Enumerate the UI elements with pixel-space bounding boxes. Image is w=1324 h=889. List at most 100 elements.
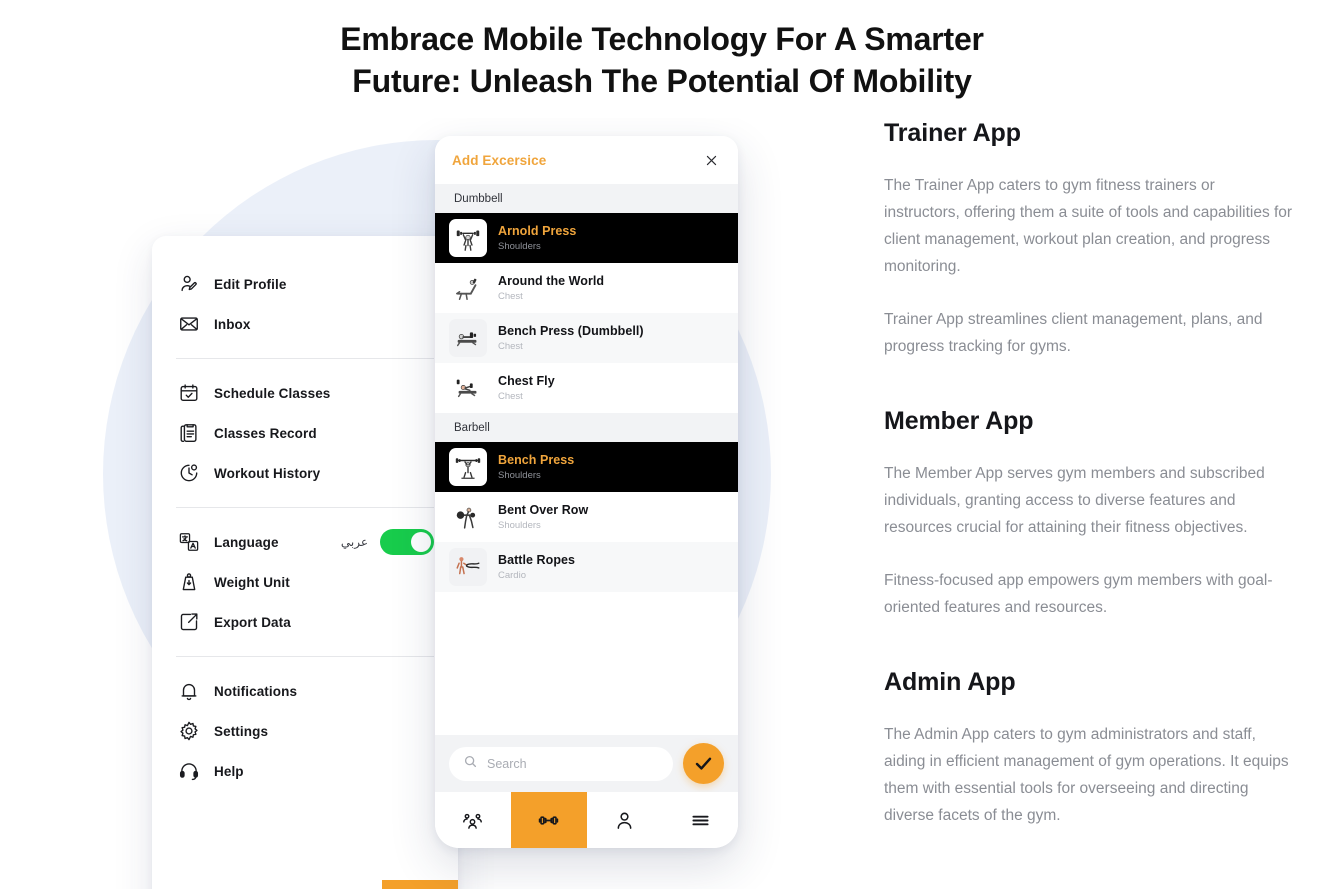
exercise-phone-bottom-nav: [435, 792, 738, 848]
edit-profile-icon: [176, 271, 202, 297]
menu-item-label: Help: [214, 763, 244, 779]
search-icon: [463, 754, 487, 774]
exercise-muscle: Chest: [498, 341, 523, 352]
inbox-icon: [176, 311, 202, 337]
exercise-row-text: Chest Fly Chest: [498, 374, 555, 402]
bench-press-thumb-icon: [449, 448, 487, 486]
exercise-muscle: Chest: [498, 391, 523, 402]
exercise-row-text: Arnold Press Shoulders: [498, 224, 576, 252]
exercise-row-text: Bench Press (Dumbbell) Chest: [498, 324, 644, 352]
trainer-app-paragraph-1: The Trainer App caters to gym fitness tr…: [884, 177, 1293, 275]
menu-item-label: Workout History: [214, 465, 321, 481]
menu-item-classes-record[interactable]: Classes Record: [152, 413, 458, 453]
exercise-row-arnold-press[interactable]: Arnold Press Shoulders: [435, 213, 738, 263]
mockup-visual-area: Edit Profile Inbox Schedule Classes Clas…: [0, 118, 860, 889]
page-title: Embrace Mobile Technology For A Smarter …: [0, 18, 1324, 102]
settings-divider-1: [176, 358, 434, 359]
exercise-row-bench-press[interactable]: Bench Press Shoulders: [435, 442, 738, 492]
member-app-section: Member App The Member App serves gym mem…: [884, 406, 1294, 621]
menu-item-notifications[interactable]: Notifications: [152, 671, 458, 711]
nav-hamburger-menu[interactable]: [662, 792, 738, 848]
exercise-list-scroll[interactable]: Dumbbell Arnold Press Shoulders Around t…: [435, 184, 738, 735]
exercise-muscle: Shoulders: [498, 470, 541, 481]
exercise-row-bent-over-row[interactable]: Bent Over Row Shoulders: [435, 492, 738, 542]
member-app-paragraph-2: Fitness-focused app empowers gym members…: [884, 572, 1273, 616]
search-input[interactable]: Search: [449, 746, 673, 781]
headset-icon: [176, 758, 202, 784]
settings-group-preferences: Language عربي Weight Unit Export Data: [152, 522, 458, 642]
menu-item-label: Language: [214, 534, 279, 550]
page-root: Embrace Mobile Technology For A Smarter …: [0, 0, 1324, 889]
nav-hamburger-menu[interactable]: [381, 880, 458, 889]
nav-people-group[interactable]: [152, 880, 229, 889]
trainer-app-paragraph-2: Trainer App streamlines client managemen…: [884, 311, 1263, 355]
battle-ropes-thumb-icon: [449, 548, 487, 586]
menu-item-settings[interactable]: Settings: [152, 711, 458, 751]
settings-group-support: Notifications Settings Help: [152, 671, 458, 791]
menu-item-schedule-classes[interactable]: Schedule Classes: [152, 373, 458, 413]
exercise-row-text: Around the World Chest: [498, 274, 604, 302]
menu-item-label: Settings: [214, 723, 269, 739]
settings-divider-2: [176, 507, 434, 508]
exercise-row-bench-press-dumbbell[interactable]: Bench Press (Dumbbell) Chest: [435, 313, 738, 363]
exercise-name: Bent Over Row: [498, 503, 589, 517]
menu-item-label: Schedule Classes: [214, 385, 331, 401]
menu-item-label: Notifications: [214, 683, 298, 699]
menu-item-workout-history[interactable]: Workout History: [152, 453, 458, 493]
menu-item-export-data[interactable]: Export Data: [152, 602, 458, 642]
toggle-knob: [411, 532, 431, 552]
translate-icon: [176, 529, 202, 555]
bent-over-row-thumb-icon: [449, 498, 487, 536]
confirm-check-button[interactable]: [683, 743, 724, 784]
nav-dumbbell[interactable]: [510, 792, 587, 848]
menu-item-label: Classes Record: [214, 425, 317, 441]
language-toggle[interactable]: [380, 529, 434, 555]
nav-dumbbell[interactable]: [229, 880, 306, 889]
menu-item-label: Export Data: [214, 614, 291, 630]
bench-press-dumbbell-thumb-icon: [449, 319, 487, 357]
exercise-name: Battle Ropes: [498, 553, 576, 567]
exercise-row-text: Bent Over Row Shoulders: [498, 503, 588, 531]
exercise-name: Bench Press (Dumbbell): [498, 324, 644, 338]
exercise-row-chest-fly[interactable]: Chest Fly Chest: [435, 363, 738, 413]
menu-item-label: Inbox: [214, 316, 251, 332]
menu-item-help[interactable]: Help: [152, 751, 458, 791]
menu-item-edit-profile[interactable]: Edit Profile: [152, 264, 458, 304]
gear-icon: [176, 718, 202, 744]
settings-group-account: Edit Profile Inbox: [152, 264, 458, 344]
menu-item-language[interactable]: Language عربي: [152, 522, 458, 562]
app-descriptions-column: Trainer App The Trainer App caters to gy…: [884, 118, 1294, 855]
menu-item-label: Weight Unit: [214, 574, 290, 590]
exercise-muscle: Cardio: [498, 570, 526, 581]
arnold-press-thumb-icon: [449, 219, 487, 257]
workout-history-icon: [176, 460, 202, 486]
weight-icon: [176, 569, 202, 595]
exercise-name: Bench Press: [498, 453, 575, 467]
nav-person[interactable]: [305, 880, 382, 889]
exercise-row-around-the-world[interactable]: Around the World Chest: [435, 263, 738, 313]
menu-item-label: Edit Profile: [214, 276, 287, 292]
settings-phone-mockup: Edit Profile Inbox Schedule Classes Clas…: [152, 236, 458, 889]
nav-people-group[interactable]: [435, 792, 511, 848]
exercise-section-header: Barbell: [435, 413, 738, 442]
around-the-world-thumb-icon: [449, 269, 487, 307]
language-value-arabic: عربي: [340, 535, 368, 549]
menu-item-weight-unit[interactable]: Weight Unit: [152, 562, 458, 602]
exercise-name: Around the World: [498, 274, 605, 288]
close-icon[interactable]: [701, 150, 721, 170]
settings-divider-3: [176, 656, 434, 657]
bell-icon: [176, 678, 202, 704]
nav-person[interactable]: [587, 792, 663, 848]
exercise-row-text: Battle Ropes Cardio: [498, 553, 575, 581]
chest-fly-thumb-icon: [449, 369, 487, 407]
clipboard-list-icon: [176, 420, 202, 446]
settings-phone-bottom-nav: [152, 880, 458, 889]
admin-app-section: Admin App The Admin App caters to gym ad…: [884, 667, 1294, 829]
settings-menu-list: Edit Profile Inbox Schedule Classes Clas…: [152, 236, 458, 880]
exercise-row-battle-ropes[interactable]: Battle Ropes Cardio: [435, 542, 738, 592]
exercise-name: Chest Fly: [498, 374, 555, 388]
menu-item-inbox[interactable]: Inbox: [152, 304, 458, 344]
member-app-heading: Member App: [884, 407, 1034, 435]
